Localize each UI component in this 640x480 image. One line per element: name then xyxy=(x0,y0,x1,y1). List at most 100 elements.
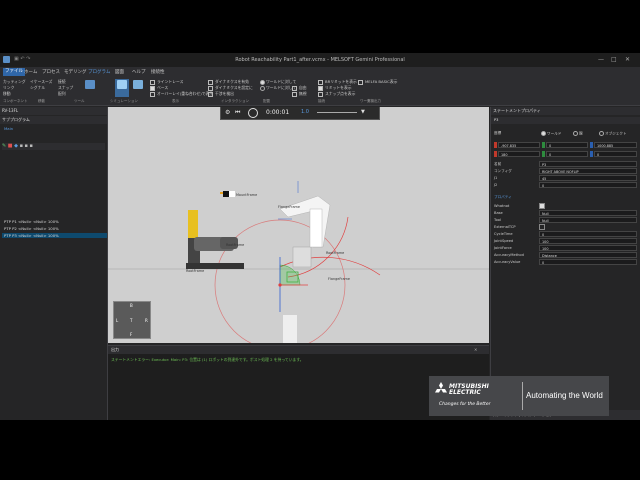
radio-label: 親 xyxy=(579,131,583,136)
j2-field[interactable]: 0 xyxy=(539,182,637,188)
group-component: コンポーネント xyxy=(3,99,28,103)
radio[interactable] xyxy=(599,131,604,136)
application-window: ▣ ↶ ↷ Robot Reachability Part1_after.vcm… xyxy=(0,53,640,420)
ribbon-move-button[interactable]: 移動 xyxy=(3,91,11,97)
checkbox[interactable] xyxy=(150,85,155,91)
add-statement-icon[interactable]: ✎ xyxy=(2,143,6,149)
pos-x-field[interactable]: -907.835 xyxy=(498,142,540,148)
menu-bar: ファイル ホーム プロセス モデリング プログラム 図面 ヘルプ 接続性 xyxy=(0,67,640,77)
statement-row[interactable]: PTP P2 <Null> <Null> 100% xyxy=(4,226,59,231)
base-dropdown[interactable]: Null xyxy=(539,210,637,216)
radio[interactable] xyxy=(573,131,578,136)
program-icon xyxy=(117,80,127,89)
menu-connectivity[interactable]: 接続性 xyxy=(151,69,165,75)
checkbox[interactable] xyxy=(318,91,323,97)
check-ignore[interactable]: 無視 xyxy=(292,91,307,97)
prop-label: CycleTime xyxy=(494,232,513,236)
name-field[interactable]: P3 xyxy=(539,161,637,167)
window-title: Robot Reachability Part1_after.vcmx - ME… xyxy=(235,57,405,63)
check-label: BRリミットを表示 xyxy=(325,79,357,84)
maximize-button[interactable]: □ xyxy=(611,56,617,63)
ribbon-array-button[interactable]: 配列 xyxy=(58,91,66,97)
menu-home[interactable]: ホーム xyxy=(24,69,37,75)
y-color-tag xyxy=(542,142,545,148)
menu-modeling[interactable]: モデリング xyxy=(64,69,87,75)
menu-program[interactable]: プログラム xyxy=(88,69,110,75)
menu-file[interactable]: ファイル xyxy=(3,68,25,76)
ribbon-program-button[interactable] xyxy=(115,79,129,97)
scene-svg xyxy=(108,181,489,343)
nav-face-back[interactable]: B xyxy=(130,303,133,308)
rot-x-field[interactable]: 180 xyxy=(498,151,540,157)
robot-name-header: RV-13FL xyxy=(0,107,107,115)
rot-y-field[interactable]: 0 xyxy=(546,151,588,157)
checkbox[interactable] xyxy=(208,85,213,91)
x-color-tag xyxy=(494,142,497,148)
group-placement: 配置 xyxy=(263,99,270,103)
checkbox[interactable] xyxy=(292,85,297,91)
j2-label: J2 xyxy=(494,183,498,187)
radio[interactable] xyxy=(260,79,265,85)
joint-force-field[interactable]: 100 xyxy=(539,245,637,251)
navigation-cube[interactable]: B L R F T xyxy=(113,301,151,339)
statement-row-selected[interactable]: PTP P3 <Null> <Null> 100% xyxy=(2,233,107,238)
pos-z-field[interactable]: 1000.885 xyxy=(594,142,637,148)
more-tools-icon[interactable]: ▪ ▪ ▪ xyxy=(20,143,33,149)
target-gizmo-arc xyxy=(279,264,301,286)
checkbox[interactable] xyxy=(318,79,323,85)
ribbon-teach-button[interactable] xyxy=(83,79,97,97)
tool-dropdown[interactable]: Null xyxy=(539,217,637,223)
ribbon-signal-button[interactable]: シグナル xyxy=(30,85,45,91)
checkbox[interactable] xyxy=(150,91,155,97)
subprogram-main[interactable]: Main xyxy=(4,126,13,131)
close-button[interactable]: ✕ xyxy=(625,56,630,63)
nav-face-left[interactable]: L xyxy=(116,318,118,323)
prop-checkbox-checked[interactable] xyxy=(539,203,545,209)
nav-face-top[interactable]: T xyxy=(130,318,132,323)
radio-label: ワールドに対して xyxy=(266,79,297,84)
nav-face-front[interactable]: F xyxy=(130,332,132,337)
checkbox[interactable] xyxy=(150,79,155,85)
delete-icon[interactable]: ■ xyxy=(8,143,13,149)
cycle-time-field[interactable]: 0 xyxy=(539,231,637,237)
radio-world-2[interactable]: ワールドに対して xyxy=(260,85,296,91)
config-dropdown[interactable]: RIGHT ABOVE NOFLIP xyxy=(539,168,637,174)
subtab-p3[interactable]: P3 xyxy=(494,118,498,122)
check-label: ダイナミクスを有効 xyxy=(215,79,249,84)
nav-face-right[interactable]: R xyxy=(145,318,148,323)
coords-parent-radio[interactable]: 親 xyxy=(573,131,583,137)
statement-row[interactable]: PTP P1 <Null> <Null> 100% xyxy=(4,219,59,224)
3d-viewport[interactable]: ⚙ ⏮ 0:00:01 1.0 ▼ MountFrame FlangeFrame… xyxy=(108,107,489,343)
minimize-button[interactable]: — xyxy=(598,56,604,63)
check-collision[interactable]: 干渉を検出 xyxy=(208,91,234,97)
menu-help[interactable]: ヘルプ xyxy=(132,69,146,75)
radio[interactable] xyxy=(541,131,546,136)
radio[interactable] xyxy=(260,85,265,91)
checkbox[interactable] xyxy=(358,79,363,85)
check-overlay[interactable]: オーバーレイ(重ね合わせ)で表示 xyxy=(150,91,213,97)
statement-properties-panel: ステートメントプロパティ P3 座標 ワールド 親 オブジェクト -907.83… xyxy=(490,107,640,420)
checkbox[interactable] xyxy=(318,85,323,91)
menu-process[interactable]: プロセス xyxy=(42,69,60,75)
j1-field[interactable]: 45 xyxy=(539,175,637,181)
ribbon-jog-button[interactable] xyxy=(131,79,145,97)
accuracy-value-field[interactable]: 0 xyxy=(539,259,637,265)
checkbox[interactable] xyxy=(292,91,297,97)
brand-slogan: Automating the World xyxy=(526,391,603,400)
coords-world-radio[interactable]: ワールド xyxy=(541,131,561,137)
rot-z-field[interactable]: 0 xyxy=(594,151,637,157)
coords-object-radio[interactable]: オブジェクト xyxy=(599,131,627,137)
radio-label: オブジェクト xyxy=(605,131,627,136)
output-close-icon[interactable]: ✕ xyxy=(474,347,477,352)
prop-label: Whatnot xyxy=(494,204,510,208)
pos-y-field[interactable]: 0 xyxy=(546,142,588,148)
joint-speed-field[interactable]: 100 xyxy=(539,238,637,244)
checkbox[interactable] xyxy=(208,79,213,85)
menu-drawing[interactable]: 図面 xyxy=(115,69,124,75)
accuracy-method-dropdown[interactable]: Distance xyxy=(539,252,637,258)
ptp-icon[interactable]: ◆ xyxy=(14,143,18,149)
external-tcp-checkbox[interactable] xyxy=(539,224,545,230)
check-melfa-basic[interactable]: MELFA BASIC表示 xyxy=(358,79,397,85)
check-snap-points[interactable]: スナップ点を表示 xyxy=(318,91,355,97)
checkbox[interactable] xyxy=(208,91,213,97)
